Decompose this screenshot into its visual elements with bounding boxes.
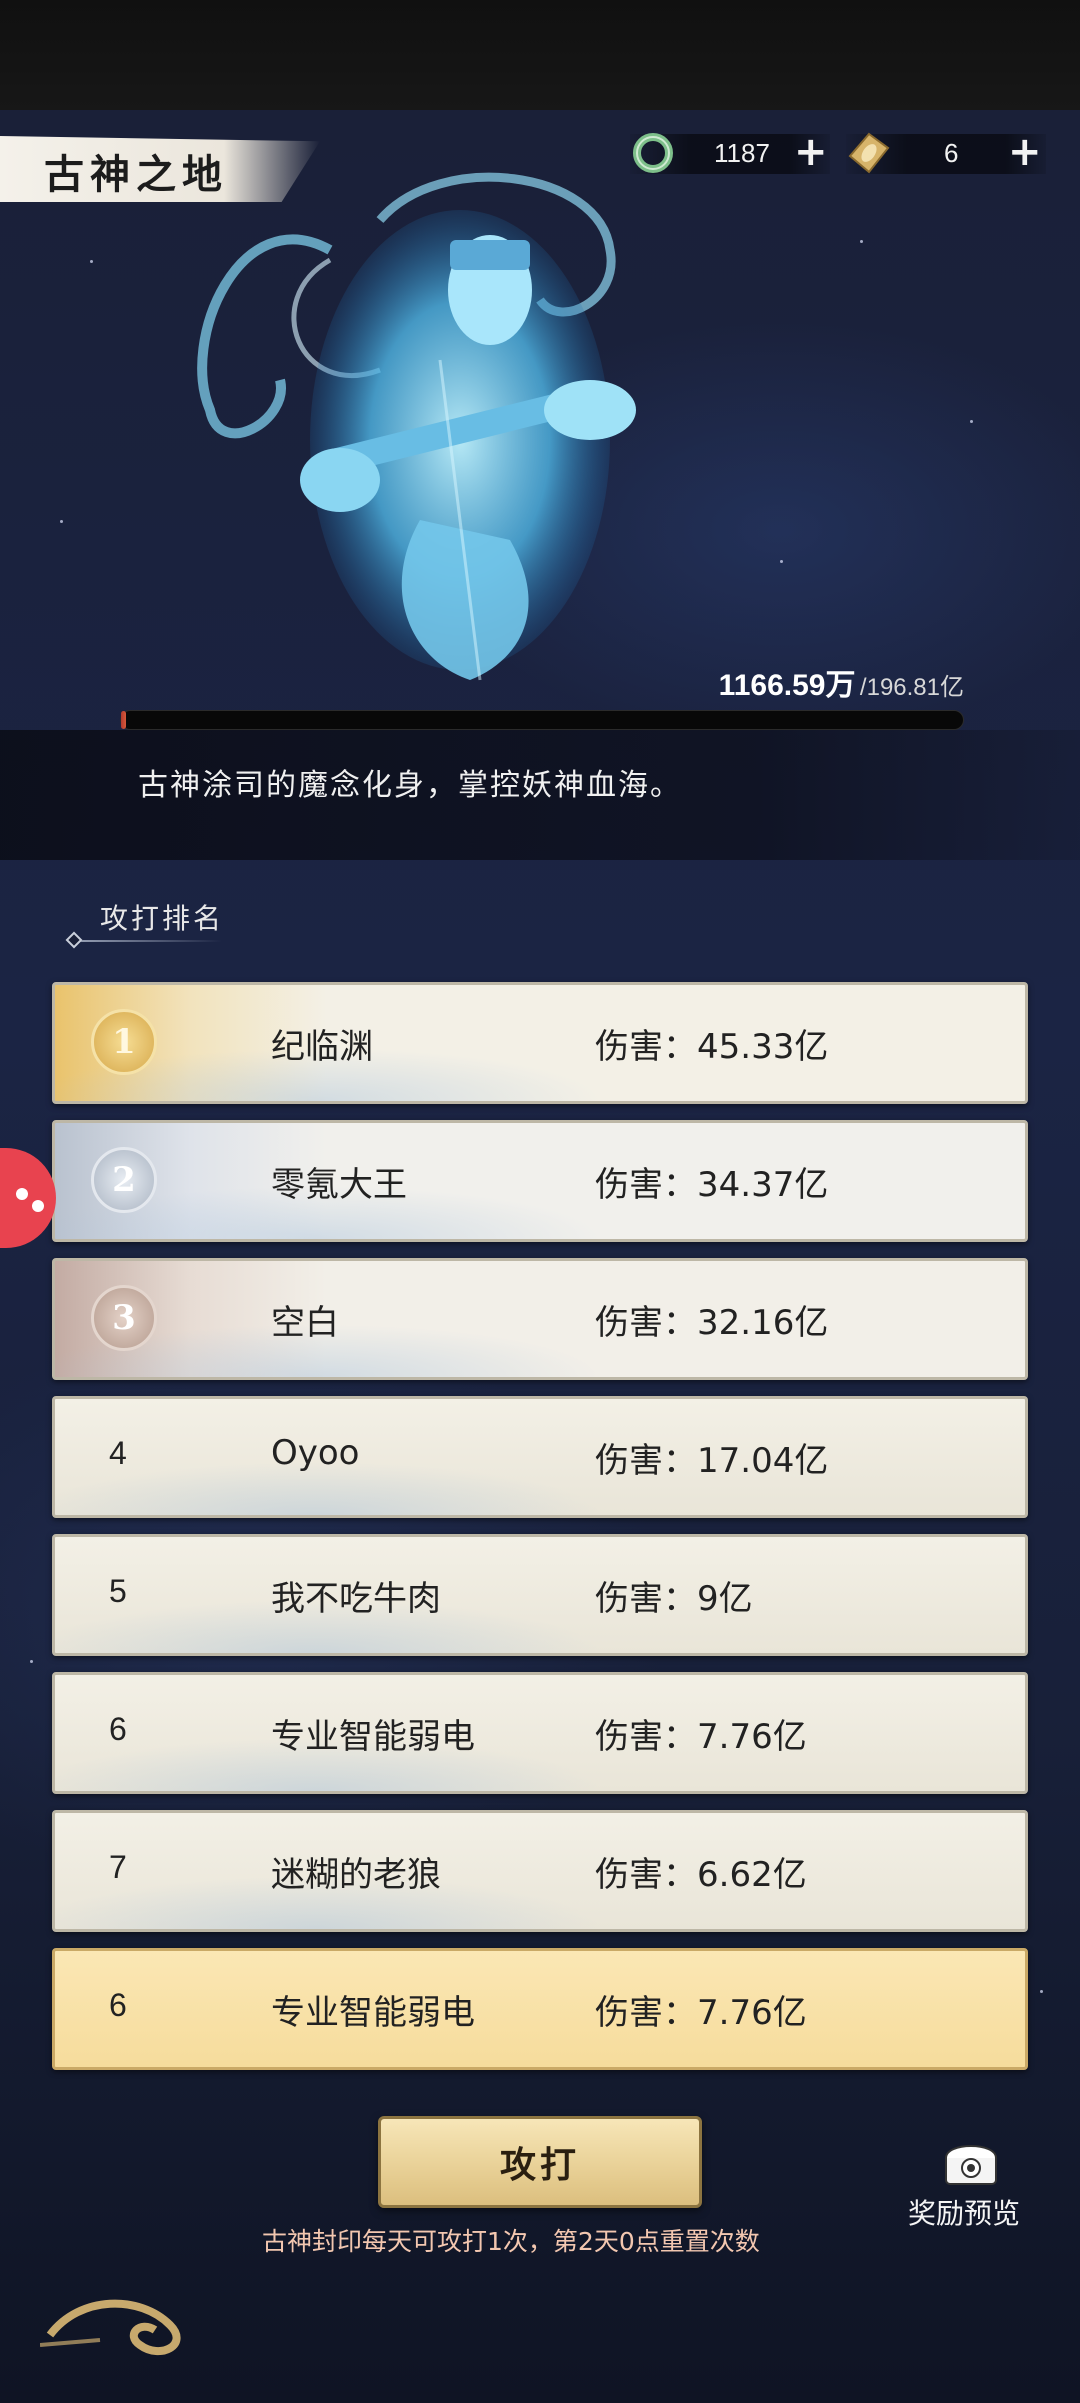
boss-hp-bar xyxy=(120,710,964,730)
player-name: 迷糊的老狼 xyxy=(271,1855,441,1895)
star xyxy=(1040,1990,1043,1993)
rank-number: 6 xyxy=(109,1711,127,1747)
player-name: Oyoo xyxy=(271,1433,360,1473)
boss-description: 古神涂司的魔念化身，掌控妖神血海。 xyxy=(138,768,682,803)
gold-medal-icon: 1 xyxy=(91,1009,157,1075)
rank-number: 7 xyxy=(109,1849,127,1885)
ranking-row[interactable]: 7 迷糊的老狼 伤害：6.62亿 xyxy=(52,1810,1028,1932)
player-name: 纪临渊 xyxy=(271,1027,373,1067)
player-damage: 伤害：45.33亿 xyxy=(595,1027,829,1067)
token-count: 6 xyxy=(944,138,959,168)
row-wash xyxy=(55,1123,1025,1239)
my-ranking-row[interactable]: 6 专业智能弱电 伤害：7.76亿 xyxy=(52,1948,1028,2070)
my-player-name: 专业智能弱电 xyxy=(271,1993,475,2033)
player-name: 专业智能弱电 xyxy=(271,1717,475,1757)
player-name: 空白 xyxy=(271,1303,339,1343)
ranking-heading: 攻打排名 xyxy=(100,902,225,935)
ranking-row[interactable]: 1 纪临渊 伤害：45.33亿 xyxy=(52,982,1028,1104)
player-damage: 伤害：6.62亿 xyxy=(595,1855,807,1895)
boss-hp-text: 1166.59万 /196.81亿 xyxy=(719,660,964,704)
resource-token: 6 + xyxy=(846,128,1046,178)
ranking-row[interactable]: 3 空白 伤害：32.16亿 xyxy=(52,1258,1028,1380)
assistant-dot-icon xyxy=(32,1200,44,1212)
treasure-chest-icon xyxy=(945,2145,997,2185)
row-wash xyxy=(55,1537,1025,1653)
ancient-god-spirit-illustration xyxy=(197,172,636,681)
player-damage: 伤害：32.16亿 xyxy=(595,1303,829,1343)
rank-number: 5 xyxy=(109,1573,127,1609)
row-wash xyxy=(55,1675,1025,1791)
assistant-dot-icon xyxy=(16,1188,28,1200)
top-bar xyxy=(0,0,1080,110)
ranking-row[interactable]: 2 零氪大王 伤害：34.37亿 xyxy=(52,1120,1028,1242)
player-name: 我不吃牛肉 xyxy=(271,1579,441,1619)
boss-hp-fill xyxy=(121,711,126,729)
player-damage: 伤害：34.37亿 xyxy=(595,1165,829,1205)
token-card-icon xyxy=(848,132,890,174)
player-damage: 伤害：17.04亿 xyxy=(595,1441,829,1481)
row-wash xyxy=(55,1261,1025,1377)
boss-hp-max: /196.81亿 xyxy=(859,674,964,701)
row-wash xyxy=(55,985,1025,1101)
my-rank-number: 6 xyxy=(109,1987,127,2023)
star xyxy=(30,1660,33,1663)
my-player-damage: 伤害：7.76亿 xyxy=(595,1993,807,2033)
player-damage: 伤害：9亿 xyxy=(595,1579,753,1619)
reward-preview-label: 奖励预览 xyxy=(908,2197,1021,2230)
row-wash xyxy=(55,1813,1025,1929)
star xyxy=(90,260,93,263)
player-damage: 伤害：7.76亿 xyxy=(595,1717,807,1757)
ranking-row[interactable]: 4 Oyoo 伤害：17.04亿 xyxy=(52,1396,1028,1518)
player-name: 零氪大王 xyxy=(271,1165,407,1205)
reward-preview-button[interactable]: 奖励预览 xyxy=(908,2138,1038,2230)
star xyxy=(970,420,973,423)
rank-number: 4 xyxy=(109,1435,127,1471)
attack-button[interactable]: 攻打 xyxy=(378,2116,702,2208)
cloud-swirl-decoration xyxy=(40,2299,181,2356)
add-token-button[interactable]: + xyxy=(1008,130,1042,174)
star xyxy=(860,240,863,243)
bronze-medal-icon: 3 xyxy=(91,1285,157,1351)
star xyxy=(60,520,63,523)
boss-hp-current: 1166.59万 xyxy=(718,669,856,702)
row-wash xyxy=(55,1399,1025,1515)
star xyxy=(780,560,783,563)
heading-divider xyxy=(72,940,222,942)
ranking-row[interactable]: 6 专业智能弱电 伤害：7.76亿 xyxy=(52,1672,1028,1794)
ranking-row[interactable]: 5 我不吃牛肉 伤害：9亿 xyxy=(52,1534,1028,1656)
silver-medal-icon: 2 xyxy=(91,1147,157,1213)
add-jade-button[interactable]: + xyxy=(794,130,828,174)
